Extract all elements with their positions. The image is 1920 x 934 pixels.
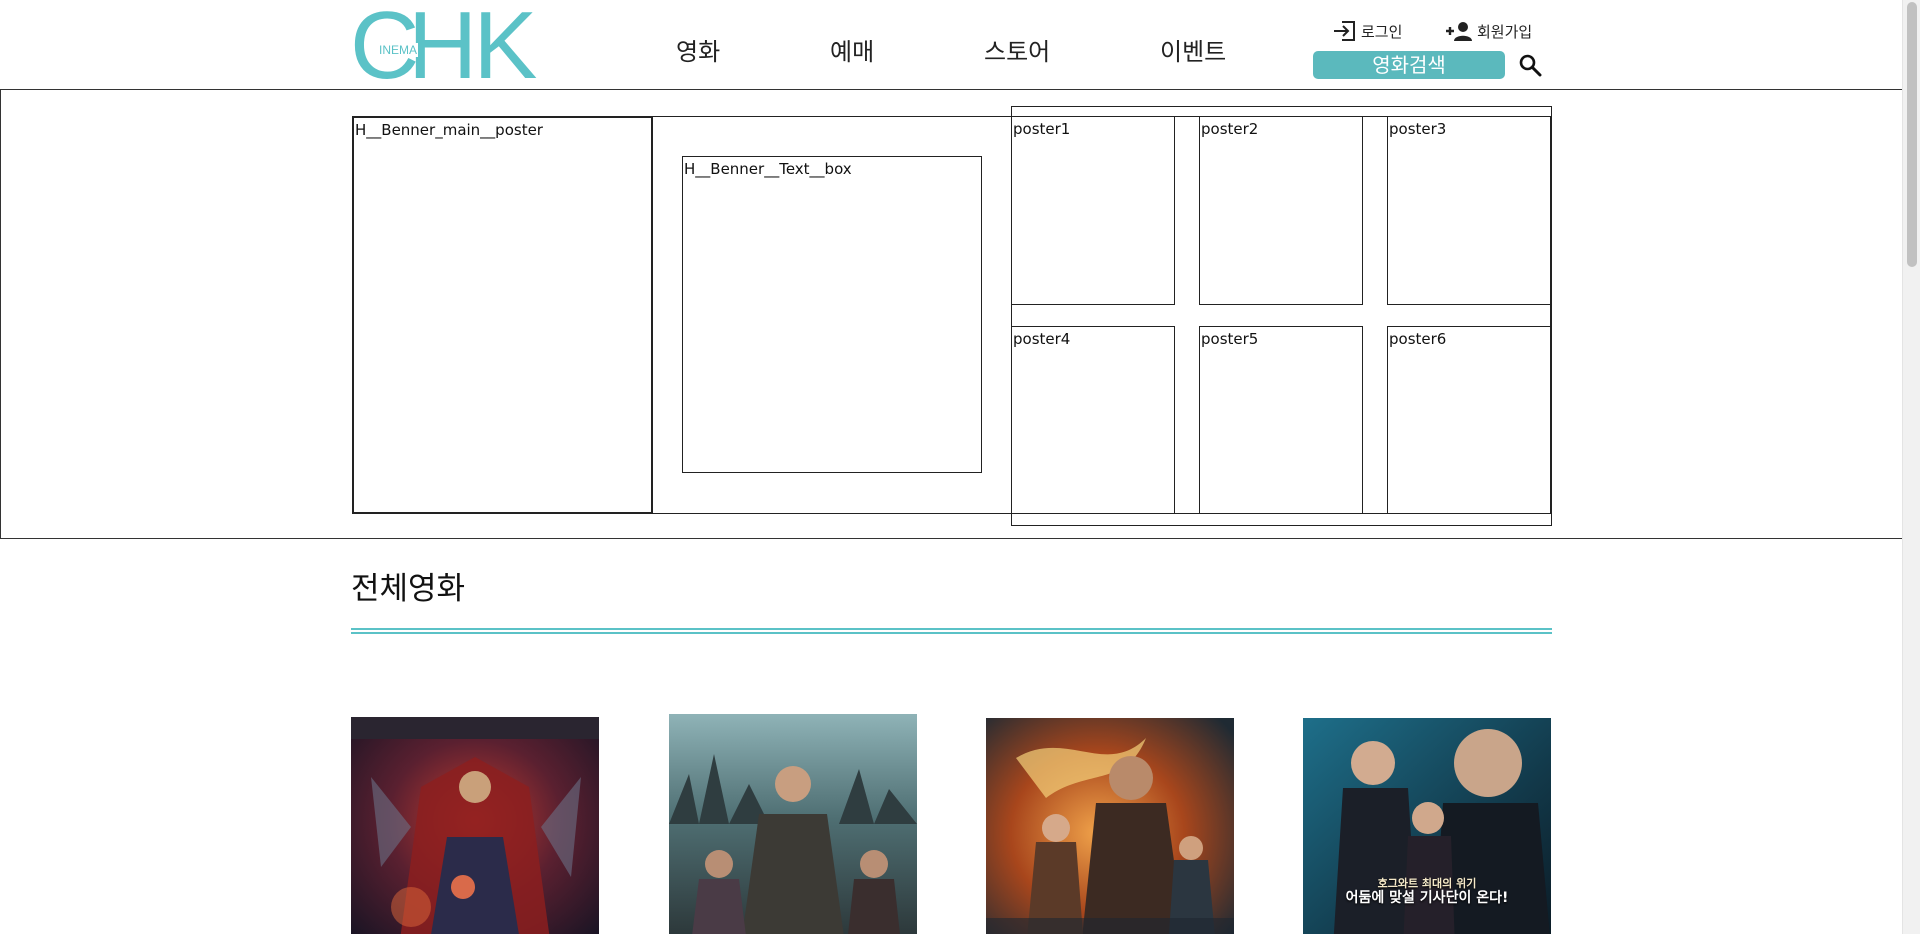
poster-label: poster2 — [1201, 120, 1259, 138]
poster-label: poster5 — [1201, 330, 1259, 348]
movie-poster-3[interactable] — [986, 718, 1234, 934]
login-link[interactable]: 로그인 — [1332, 20, 1402, 42]
movie-poster-2-artwork — [669, 714, 917, 934]
poster-label: poster4 — [1013, 330, 1071, 348]
movie-poster-2[interactable] — [669, 714, 917, 934]
poster-caption-line-1: 호그와트 최대의 위기 — [1377, 877, 1477, 890]
banner-text-box: H__Benner__Text__box — [682, 156, 982, 473]
nav-item-store[interactable]: 스토어 — [984, 32, 1050, 67]
poster-label: poster6 — [1389, 330, 1447, 348]
banner-poster-6[interactable]: poster6 — [1387, 326, 1552, 514]
add-user-icon — [1444, 20, 1474, 42]
login-icon — [1332, 20, 1358, 42]
signup-label: 회원가입 — [1477, 22, 1533, 41]
logo-letters-hk: HK — [408, 0, 537, 99]
banner-poster-3[interactable]: poster3 — [1387, 116, 1552, 305]
nav-item-events[interactable]: 이벤트 — [1160, 32, 1226, 67]
movie-poster-1[interactable] — [351, 717, 599, 934]
banner-main-poster-label: H__Benner_main__poster — [355, 121, 543, 139]
section-title: 전체영화 — [351, 571, 466, 607]
nav-item-booking[interactable]: 예매 — [830, 32, 874, 67]
scrollbar-thumb[interactable] — [1907, 2, 1917, 267]
banner-poster-5[interactable]: poster5 — [1199, 326, 1363, 514]
banner-poster-2[interactable]: poster2 — [1199, 116, 1363, 305]
signup-link[interactable]: 회원가입 — [1444, 20, 1532, 42]
logo-small-text: INEMA — [378, 43, 419, 57]
banner-text-box-label: H__Benner__Text__box — [684, 160, 852, 178]
login-label: 로그인 — [1361, 22, 1403, 41]
banner-poster-4[interactable]: poster4 — [1011, 326, 1175, 514]
movie-search-button[interactable]: 영화검색 — [1313, 51, 1505, 79]
hero-banner: H__Benner_main__poster H__Benner__Text__… — [0, 89, 1903, 539]
poster-caption-line-2: 어둠에 맞설 기사단이 온다! — [1345, 890, 1509, 906]
movie-poster-1-artwork — [351, 717, 599, 934]
banner-main-poster[interactable]: H__Benner_main__poster — [352, 116, 653, 514]
nav-item-movies[interactable]: 영화 — [676, 32, 720, 67]
poster-label: poster3 — [1389, 120, 1447, 138]
cinema-logo[interactable]: C HK INEMA — [350, 0, 537, 94]
vertical-scrollbar[interactable] — [1902, 0, 1920, 934]
movie-poster-4[interactable]: 호그와트 최대의 위기 어둠에 맞설 기사단이 온다! — [1303, 718, 1551, 934]
section-divider — [351, 628, 1552, 630]
movie-poster-3-artwork — [986, 718, 1234, 934]
site-header: C HK INEMA 영화 예매 스토어 이벤트 로그인 회원가입 영화검색 — [0, 0, 1902, 94]
section-divider-secondary — [351, 632, 1552, 634]
banner-poster-1[interactable]: poster1 — [1011, 116, 1175, 305]
search-icon[interactable] — [1518, 53, 1542, 77]
movie-poster-4-caption: 호그와트 최대의 위기 어둠에 맞설 기사단이 온다! — [1303, 876, 1551, 906]
poster-label: poster1 — [1013, 120, 1071, 138]
